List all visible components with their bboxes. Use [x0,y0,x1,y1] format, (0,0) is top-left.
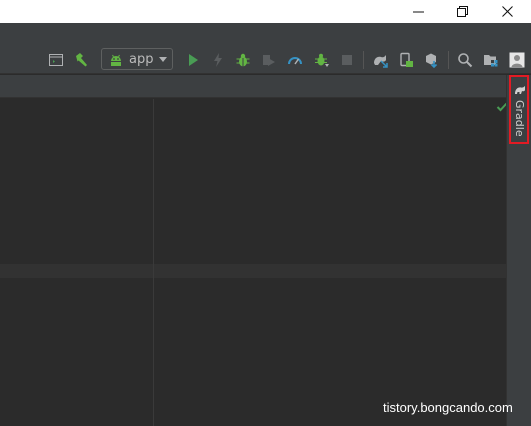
stop-icon [342,55,352,65]
avd-manager-button[interactable] [396,50,416,70]
watermark-text: tistory.bongcando.com [383,400,513,415]
right-margin-guide [153,99,154,426]
bug-icon [236,53,250,67]
account-button[interactable] [507,50,527,70]
main-toolbar: app [0,45,531,74]
sdk-box-icon [426,53,438,68]
project-structure-button[interactable] [481,50,501,70]
gradle-sync-icon [374,55,388,68]
coverage-icon [263,55,275,66]
play-icon [189,54,198,66]
restore-icon [457,6,468,17]
sync-gradle-button[interactable] [370,50,390,70]
gradle-tool-window-tab[interactable]: Gradle [509,75,529,144]
terminal-window-icon [49,54,63,66]
gauge-icon [288,57,302,65]
sdk-manager-button[interactable] [422,50,442,70]
close-icon [502,6,513,17]
toolbar-separator [363,51,364,69]
editor-area[interactable] [0,99,508,426]
restore-button[interactable] [440,0,486,23]
apply-changes-button[interactable] [208,50,228,70]
editor-tab-strip [0,75,506,98]
hammer-icon [76,53,87,67]
menu-bar [0,23,531,45]
select-config-button[interactable] [46,50,66,70]
make-project-button[interactable] [71,50,91,70]
run-button[interactable] [183,50,203,70]
attach-debugger-button[interactable] [312,50,332,70]
elephant-icon [515,86,525,94]
minimize-button[interactable] [396,0,442,23]
window-title-bar [0,0,531,23]
device-manager-icon [400,52,413,67]
run-config-dropdown[interactable]: app [101,48,173,70]
lightning-icon [214,53,222,67]
attach-bug-icon [315,53,329,67]
run-config-label: app [129,52,154,67]
folder-grid-icon [484,55,498,67]
run-with-coverage-button[interactable] [259,50,279,70]
search-icon [458,53,473,68]
gradle-tab-text: Gradle [513,100,526,137]
android-icon [111,54,121,66]
current-line-highlight [0,264,506,278]
stop-button[interactable] [337,50,357,70]
search-everywhere-button[interactable] [455,50,475,70]
debug-button[interactable] [233,50,253,70]
close-button[interactable] [485,0,531,23]
gradle-tab-label: Gradle [512,100,526,140]
user-icon [509,52,525,68]
toolbar-separator [448,51,449,69]
minimize-icon [413,11,424,13]
profile-button[interactable] [285,50,305,70]
chevron-down-icon [159,57,167,62]
